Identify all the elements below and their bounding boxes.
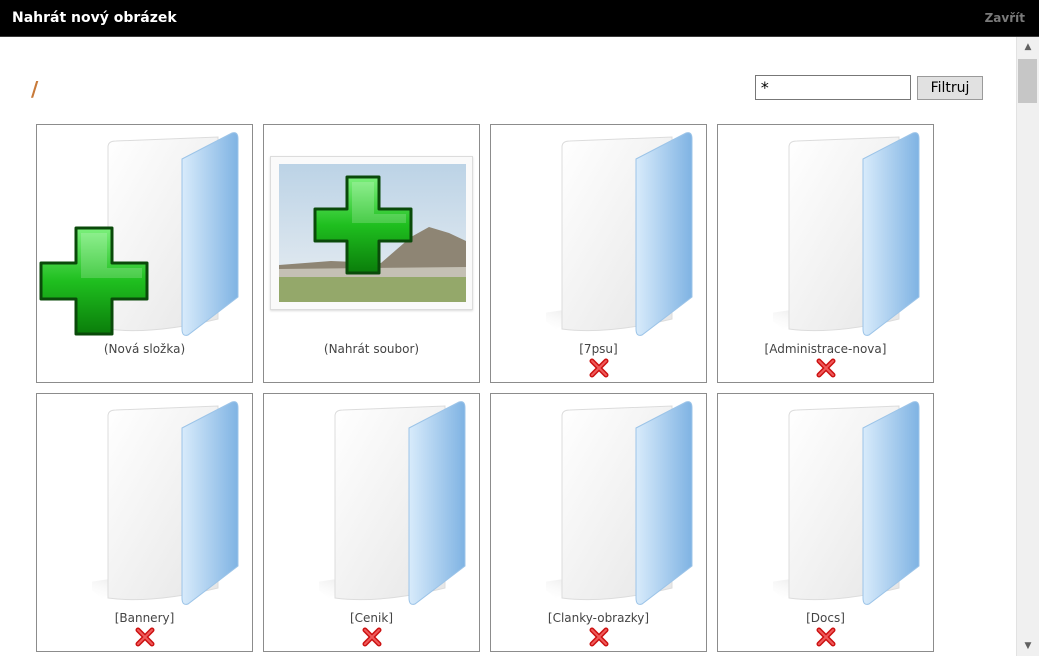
current-path: / <box>31 77 39 101</box>
scroll-down-icon[interactable]: ▼ <box>1017 636 1039 656</box>
folder-icon <box>763 398 923 606</box>
scroll-thumb[interactable] <box>1018 59 1037 103</box>
file-browser: / Filtruj (Nová složka) <box>0 37 1016 656</box>
filter-input[interactable] <box>755 75 911 100</box>
tile-label: [7psu] <box>579 342 618 356</box>
tile-folder[interactable]: [Cenik] <box>263 393 480 652</box>
folder-icon <box>536 398 696 606</box>
tile-label: [Docs] <box>806 611 845 625</box>
delete-icon[interactable] <box>816 358 836 378</box>
delete-icon[interactable] <box>362 627 382 647</box>
tile-label: [Administrace-nova] <box>764 342 887 356</box>
tile-folder[interactable]: [Docs] <box>717 393 934 652</box>
dialog-title: Nahrát nový obrázek <box>12 10 177 26</box>
tile-label: (Nahrát soubor) <box>323 342 420 356</box>
folder-icon <box>82 398 242 606</box>
tile-folder[interactable]: [7psu] <box>490 124 707 383</box>
green-plus-icon <box>313 175 413 275</box>
tile-folder[interactable]: [Bannery] <box>36 393 253 652</box>
green-plus-icon <box>39 226 149 336</box>
filter-button[interactable]: Filtruj <box>917 76 983 100</box>
folder-icon <box>763 129 923 337</box>
tile-upload-file[interactable]: (Nahrát soubor) <box>263 124 480 383</box>
delete-icon[interactable] <box>589 627 609 647</box>
scroll-up-icon[interactable]: ▲ <box>1017 37 1039 57</box>
delete-icon[interactable] <box>589 358 609 378</box>
dialog-titlebar: Nahrát nový obrázek Zavřít <box>0 0 1039 37</box>
close-button[interactable]: Zavřít <box>985 11 1025 25</box>
tile-folder[interactable]: [Clanky-obrazky] <box>490 393 707 652</box>
tile-new-folder[interactable]: (Nová složka) <box>36 124 253 383</box>
tile-label: (Nová složka) <box>103 342 186 356</box>
vertical-scrollbar[interactable]: ▲ ▼ <box>1016 37 1039 656</box>
folder-icon <box>536 129 696 337</box>
delete-icon[interactable] <box>816 627 836 647</box>
tile-label: [Cenik] <box>349 611 393 625</box>
delete-icon[interactable] <box>135 627 155 647</box>
tile-label: [Clanky-obrazky] <box>547 611 650 625</box>
folder-icon <box>309 398 469 606</box>
tile-label: [Bannery] <box>114 611 175 625</box>
tile-folder[interactable]: [Administrace-nova] <box>717 124 934 383</box>
